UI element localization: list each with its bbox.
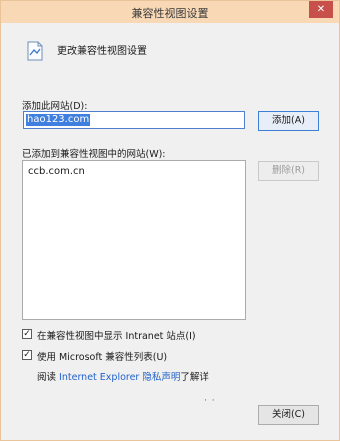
add-site-input[interactable]: hao123.com (23, 111, 245, 129)
dialog-title: 兼容性视图设置 (131, 7, 209, 20)
divider-dots: · · (204, 396, 216, 406)
read-suffix: 了解详 (180, 372, 209, 383)
add-site-label: 添加此网站(D): (22, 101, 88, 112)
close-icon[interactable]: ✕ (309, 1, 333, 18)
settings-page-icon (27, 41, 43, 61)
privacy-line: 阅读 Internet Explorer 隐私声明了解详 (37, 369, 209, 383)
compat-view-dialog: 兼容性视图设置 ✕ 更改兼容性视图设置 添加此网站(D): hao123.com… (0, 0, 340, 441)
sites-list[interactable]: ccb.com.cn (22, 160, 246, 320)
close-button[interactable]: 关闭(C) (258, 405, 319, 425)
remove-button[interactable]: 删除(R) (258, 161, 319, 181)
ms-list-checkbox[interactable]: ✓ (22, 350, 32, 360)
add-site-value: hao123.com (26, 114, 91, 126)
read-prefix: 阅读 (37, 372, 57, 383)
header-text: 更改兼容性视图设置 (57, 46, 147, 57)
ms-list-label[interactable]: 使用 Microsoft 兼容性列表(U) (37, 349, 167, 363)
sites-list-label: 已添加到兼容性视图中的网站(W): (22, 149, 166, 160)
list-item[interactable]: ccb.com.cn (28, 166, 85, 177)
title-bar[interactable]: 兼容性视图设置 ✕ (1, 1, 339, 23)
privacy-link[interactable]: Internet Explorer 隐私声明 (59, 372, 180, 383)
intranet-label[interactable]: 在兼容性视图中显示 Intranet 站点(I) (37, 328, 196, 342)
add-button[interactable]: 添加(A) (258, 111, 319, 131)
intranet-checkbox[interactable]: ✓ (22, 329, 32, 339)
